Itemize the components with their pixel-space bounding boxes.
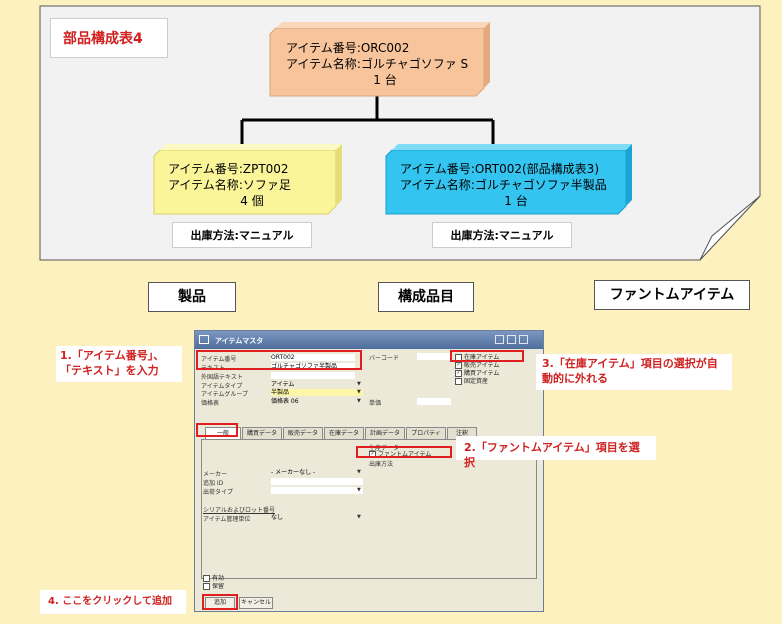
legend-product-label: 製品: [148, 282, 236, 312]
hold-label: 保留: [212, 583, 225, 590]
unit-price-label: 単価: [369, 400, 382, 407]
purchase-item-checkbox[interactable]: ✓ 購買アイテム: [455, 370, 499, 377]
issue-method-label: 出庫方法: [369, 461, 394, 468]
node-name: ゴルチャゴソファ半製品: [474, 178, 607, 192]
sales-item-checkbox[interactable]: ✓ 販売アイテム: [455, 362, 499, 369]
node-qty: 1 台: [504, 194, 528, 208]
serial-lot-label: シリアルおよびロット番号: [203, 507, 275, 514]
tab-planning[interactable]: 計画データ: [365, 427, 405, 439]
diagram-title: 部品構成表4: [50, 18, 168, 58]
node-name-label: アイテム名称: [168, 178, 239, 192]
chevron-down-icon[interactable]: ▼: [357, 389, 361, 395]
node-number-label: アイテム番号: [168, 162, 239, 176]
node-phantom: アイテム番号:ORT002(部品構成表3) アイテム名称:ゴルチャゴソファ半製品…: [386, 150, 632, 214]
tab-properties[interactable]: プロパティ: [406, 427, 446, 439]
node-product: アイテム番号:ORC002 アイテム名称:ゴルチャゴソファ S 1 台: [270, 28, 484, 96]
legend-phantom-label: ファントムアイテム: [594, 280, 750, 310]
chevron-down-icon[interactable]: ▼: [357, 398, 361, 404]
item-group-label: アイテムグループ: [201, 391, 249, 398]
price-list-select[interactable]: 価格表 06: [271, 398, 363, 405]
callout-step-1: 1.「アイテム番号」、「テキスト」を入力: [56, 346, 182, 382]
chevron-down-icon[interactable]: ▼: [357, 514, 361, 520]
callout-step-4: 4. ここをクリックして追加: [40, 590, 186, 614]
ship-type-label: 出荷タイプ: [203, 489, 234, 496]
node-component: アイテム番号:ZPT002 アイテム名称:ソファ足 4 個: [154, 150, 336, 214]
chevron-down-icon[interactable]: ▼: [357, 487, 361, 493]
window-titlebar: アイテムマスタ: [195, 331, 543, 349]
barcode-label: バーコード: [369, 355, 400, 362]
highlight-phantom-item: [356, 446, 452, 458]
close-icon[interactable]: [519, 335, 528, 344]
node-name-label: アイテム名称: [286, 57, 357, 71]
unit-price-input[interactable]: [417, 398, 451, 405]
foreign-text-input[interactable]: [271, 372, 355, 379]
barcode-input[interactable]: [417, 353, 451, 360]
ship-type-select[interactable]: [271, 487, 363, 494]
purchase-item-label: 購買アイテム: [464, 370, 500, 377]
ship-method-right: 出庫方法:マニュアル: [432, 222, 572, 248]
node-number: ZPT002: [242, 162, 289, 176]
active-label: 有効: [212, 575, 225, 582]
highlight-general-tab: [196, 423, 238, 437]
cancel-button[interactable]: キャンセル: [239, 597, 273, 609]
chevron-down-icon[interactable]: ▼: [357, 381, 361, 387]
additional-id-label: 追加 ID: [203, 480, 224, 487]
fixed-asset-checkbox[interactable]: 固定資産: [455, 378, 488, 385]
node-number: ORC002: [360, 41, 410, 55]
item-group-select[interactable]: 半製品: [271, 389, 363, 396]
node-number: ORT002(部品構成表3): [474, 162, 600, 176]
tab-inventory[interactable]: 在庫データ: [324, 427, 364, 439]
maker-label: メーカー: [203, 471, 228, 478]
node-name-label: アイテム名称: [400, 178, 471, 192]
active-radio[interactable]: 有効: [203, 575, 224, 582]
highlight-item-fields: [196, 350, 362, 370]
item-type-select[interactable]: アイテム: [271, 381, 363, 388]
window-title: アイテムマスタ: [215, 337, 264, 345]
tab-purchasing[interactable]: 購買データ: [242, 427, 282, 439]
highlight-stock-item: [450, 350, 524, 362]
chevron-down-icon[interactable]: ▼: [357, 469, 361, 475]
node-number-label: アイテム番号: [400, 162, 471, 176]
node-qty: 4 個: [240, 194, 264, 208]
maximize-icon[interactable]: [507, 335, 516, 344]
callout-step-3: 3.「在庫アイテム」項目の選択が自動的に外れる: [536, 354, 732, 390]
tab-sales[interactable]: 販売データ: [283, 427, 323, 439]
node-name: ソファ足: [242, 178, 291, 192]
item-mgmt-label: アイテム管理単位: [203, 516, 251, 523]
node-name: ゴルチャゴソファ S: [360, 57, 469, 71]
item-master-window: アイテムマスタ アイテム番号 ORT002 テキスト ゴルチャゴソファ半製品 外…: [194, 330, 544, 612]
callout-step-2: 2.「ファントムアイテム」項目を選択: [456, 436, 656, 469]
highlight-add-button: [202, 594, 238, 610]
legend-component-label: 構成品目: [378, 282, 474, 312]
hold-radio[interactable]: 保留: [203, 583, 224, 590]
foreign-text-label: 外国語テキスト: [201, 374, 243, 381]
minimize-icon[interactable]: [495, 335, 504, 344]
maker-select[interactable]: - メーカーなし -: [271, 469, 363, 476]
node-qty: 1 台: [373, 73, 397, 87]
fixed-asset-label: 固定資産: [464, 378, 489, 385]
additional-id-input[interactable]: [271, 478, 363, 485]
node-number-label: アイテム番号: [286, 41, 357, 55]
price-list-label: 価格表: [201, 400, 220, 407]
sales-item-label: 販売アイテム: [464, 362, 500, 369]
ship-method-left: 出庫方法:マニュアル: [172, 222, 312, 248]
app-icon: [199, 335, 209, 344]
item-mgmt-select[interactable]: なし: [271, 514, 363, 521]
